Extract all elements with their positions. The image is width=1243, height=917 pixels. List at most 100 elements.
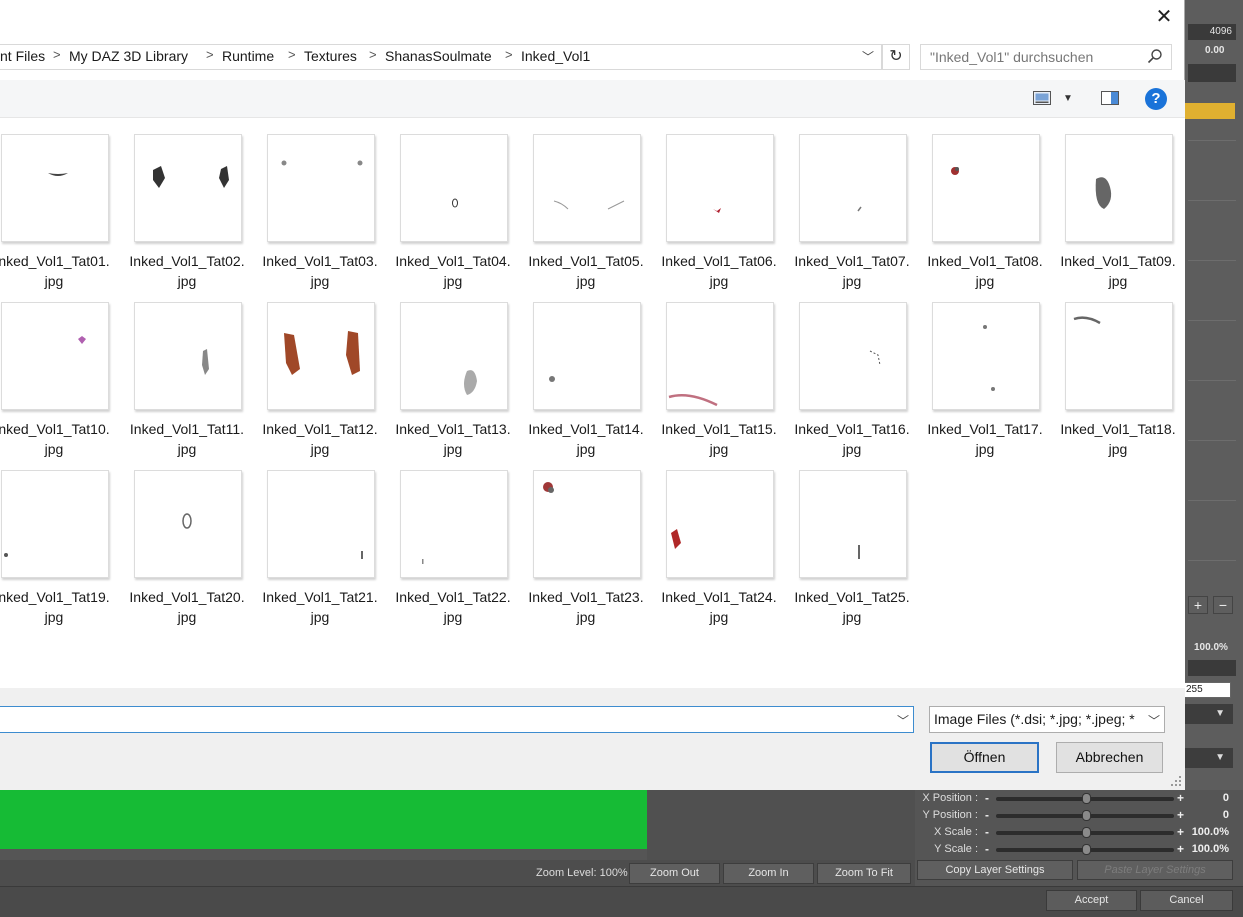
open-button[interactable]: Öffnen: [930, 742, 1039, 773]
cancel-button[interactable]: Abbrechen: [1056, 742, 1163, 773]
file-item[interactable]: Inked_Vol1_Tat21. jpg: [258, 455, 382, 625]
file-thumbnail[interactable]: [134, 470, 242, 578]
x-position-knob[interactable]: [1082, 793, 1091, 804]
close-icon[interactable]: ✕: [1150, 4, 1178, 30]
file-thumbnail[interactable]: [533, 302, 641, 410]
x-position-minus[interactable]: -: [985, 791, 989, 805]
x-scale-knob[interactable]: [1082, 827, 1091, 838]
caret-down-icon[interactable]: ▼: [1063, 93, 1073, 104]
file-thumbnail[interactable]: [400, 470, 508, 578]
help-icon[interactable]: ?: [1145, 88, 1167, 110]
add-icon[interactable]: +: [1188, 596, 1208, 614]
remove-icon[interactable]: −: [1213, 596, 1233, 614]
file-item[interactable]: Inked_Vol1_Tat13. jpg: [391, 287, 515, 457]
chevron-right-icon[interactable]: >: [288, 47, 296, 62]
file-thumbnail[interactable]: [267, 470, 375, 578]
file-thumbnail[interactable]: [400, 302, 508, 410]
file-thumbnail[interactable]: [400, 134, 508, 242]
y-position-knob[interactable]: [1082, 810, 1091, 821]
chevron-right-icon[interactable]: >: [505, 47, 513, 62]
panel-field[interactable]: [1188, 660, 1236, 676]
file-item[interactable]: Inked_Vol1_Tat04. jpg: [391, 119, 515, 289]
file-thumbnail[interactable]: [666, 470, 774, 578]
file-item[interactable]: Inked_Vol1_Tat02. jpg: [125, 119, 249, 289]
change-view-icon[interactable]: [1033, 91, 1051, 105]
file-item[interactable]: Inked_Vol1_Tat23. jpg: [524, 455, 648, 625]
file-thumbnail[interactable]: [1, 134, 109, 242]
breadcrumb-item[interactable]: My DAZ 3D Library: [69, 48, 188, 64]
panel-slot[interactable]: [1188, 64, 1236, 82]
file-item[interactable]: Inked_Vol1_Tat25. jpg: [790, 455, 914, 625]
copy-layer-settings-button[interactable]: Copy Layer Settings: [917, 860, 1073, 880]
file-thumbnail[interactable]: [533, 134, 641, 242]
file-item[interactable]: nked_Vol1_Tat10. jpg: [0, 287, 116, 457]
file-thumbnail[interactable]: [267, 302, 375, 410]
file-thumbnail[interactable]: [267, 134, 375, 242]
file-item[interactable]: Inked_Vol1_Tat22. jpg: [391, 455, 515, 625]
chevron-right-icon[interactable]: >: [369, 47, 377, 62]
file-item[interactable]: Inked_Vol1_Tat11. jpg: [125, 287, 249, 457]
file-item[interactable]: Inked_Vol1_Tat16. jpg: [790, 287, 914, 457]
panel-value-second: 0.00: [1205, 45, 1225, 56]
file-item[interactable]: Inked_Vol1_Tat03. jpg: [258, 119, 382, 289]
breadcrumb-item-current[interactable]: Inked_Vol1: [521, 48, 590, 64]
file-item[interactable]: Inked_Vol1_Tat17. jpg: [923, 287, 1047, 457]
breadcrumb-item[interactable]: Textures: [304, 48, 357, 64]
y-position-minus[interactable]: -: [985, 808, 989, 822]
preview-pane-icon[interactable]: [1101, 91, 1119, 105]
file-thumbnail[interactable]: [799, 302, 907, 410]
y-scale-knob[interactable]: [1082, 844, 1091, 855]
file-item[interactable]: Inked_Vol1_Tat06. jpg: [657, 119, 781, 289]
file-item[interactable]: Inked_Vol1_Tat12. jpg: [258, 287, 382, 457]
file-item[interactable]: Inked_Vol1_Tat18. jpg: [1056, 287, 1180, 457]
panel-selected-row[interactable]: [1185, 103, 1235, 119]
panel-value-top[interactable]: 4096: [1188, 24, 1236, 40]
breadcrumb-item[interactable]: nt Files: [0, 48, 45, 64]
file-item[interactable]: Inked_Vol1_Tat24. jpg: [657, 455, 781, 625]
file-item[interactable]: Inked_Vol1_Tat14. jpg: [524, 287, 648, 457]
chevron-down-icon[interactable]: ﹀: [897, 712, 909, 729]
file-thumbnail[interactable]: [1065, 302, 1173, 410]
chevron-down-icon[interactable]: ﹀: [1148, 712, 1160, 729]
zoom-in-button[interactable]: Zoom In: [723, 863, 814, 884]
file-thumbnail[interactable]: [134, 134, 242, 242]
file-item[interactable]: Inked_Vol1_Tat15. jpg: [657, 287, 781, 457]
file-thumbnail[interactable]: [134, 302, 242, 410]
panel-dropdown-2[interactable]: ▼: [1185, 748, 1233, 768]
filename-input[interactable]: [0, 706, 914, 733]
breadcrumb-item[interactable]: Runtime: [222, 48, 274, 64]
zoom-to-fit-button[interactable]: Zoom To Fit: [817, 863, 911, 884]
file-item[interactable]: nked_Vol1_Tat19. jpg: [0, 455, 116, 625]
search-icon[interactable]: [1147, 48, 1163, 64]
chevron-down-icon[interactable]: ﹀: [862, 48, 874, 65]
file-item[interactable]: Inked_Vol1_Tat20. jpg: [125, 455, 249, 625]
file-item[interactable]: Inked_Vol1_Tat05. jpg: [524, 119, 648, 289]
file-item[interactable]: nked_Vol1_Tat01. jpg: [0, 119, 116, 289]
chevron-right-icon[interactable]: >: [53, 47, 61, 62]
breadcrumb-item[interactable]: ShanasSoulmate: [385, 48, 492, 64]
file-thumbnail[interactable]: [1, 470, 109, 578]
file-item[interactable]: Inked_Vol1_Tat07. jpg: [790, 119, 914, 289]
file-thumbnail[interactable]: [533, 470, 641, 578]
panel-dropdown-1[interactable]: ▼: [1185, 704, 1233, 724]
file-item[interactable]: Inked_Vol1_Tat08. jpg: [923, 119, 1047, 289]
app-cancel-button[interactable]: Cancel: [1140, 890, 1233, 911]
chevron-right-icon[interactable]: >: [206, 47, 214, 62]
file-thumbnail[interactable]: [666, 302, 774, 410]
y-scale-minus[interactable]: -: [985, 842, 989, 856]
panel-number-input[interactable]: 255: [1183, 682, 1231, 698]
file-thumbnail[interactable]: [1065, 134, 1173, 242]
zoom-out-button[interactable]: Zoom Out: [629, 863, 720, 884]
file-thumbnail[interactable]: [799, 134, 907, 242]
file-thumbnail[interactable]: [666, 134, 774, 242]
file-thumbnail[interactable]: [932, 302, 1040, 410]
file-item[interactable]: Inked_Vol1_Tat09. jpg: [1056, 119, 1180, 289]
accept-button[interactable]: Accept: [1046, 890, 1137, 911]
file-thumbnail[interactable]: [799, 470, 907, 578]
paste-layer-settings-button[interactable]: Paste Layer Settings: [1077, 860, 1233, 880]
resize-grip-icon[interactable]: [1170, 775, 1182, 787]
x-scale-minus[interactable]: -: [985, 825, 989, 839]
refresh-icon[interactable]: ↻: [882, 44, 910, 70]
file-thumbnail[interactable]: [1, 302, 109, 410]
file-thumbnail[interactable]: [932, 134, 1040, 242]
